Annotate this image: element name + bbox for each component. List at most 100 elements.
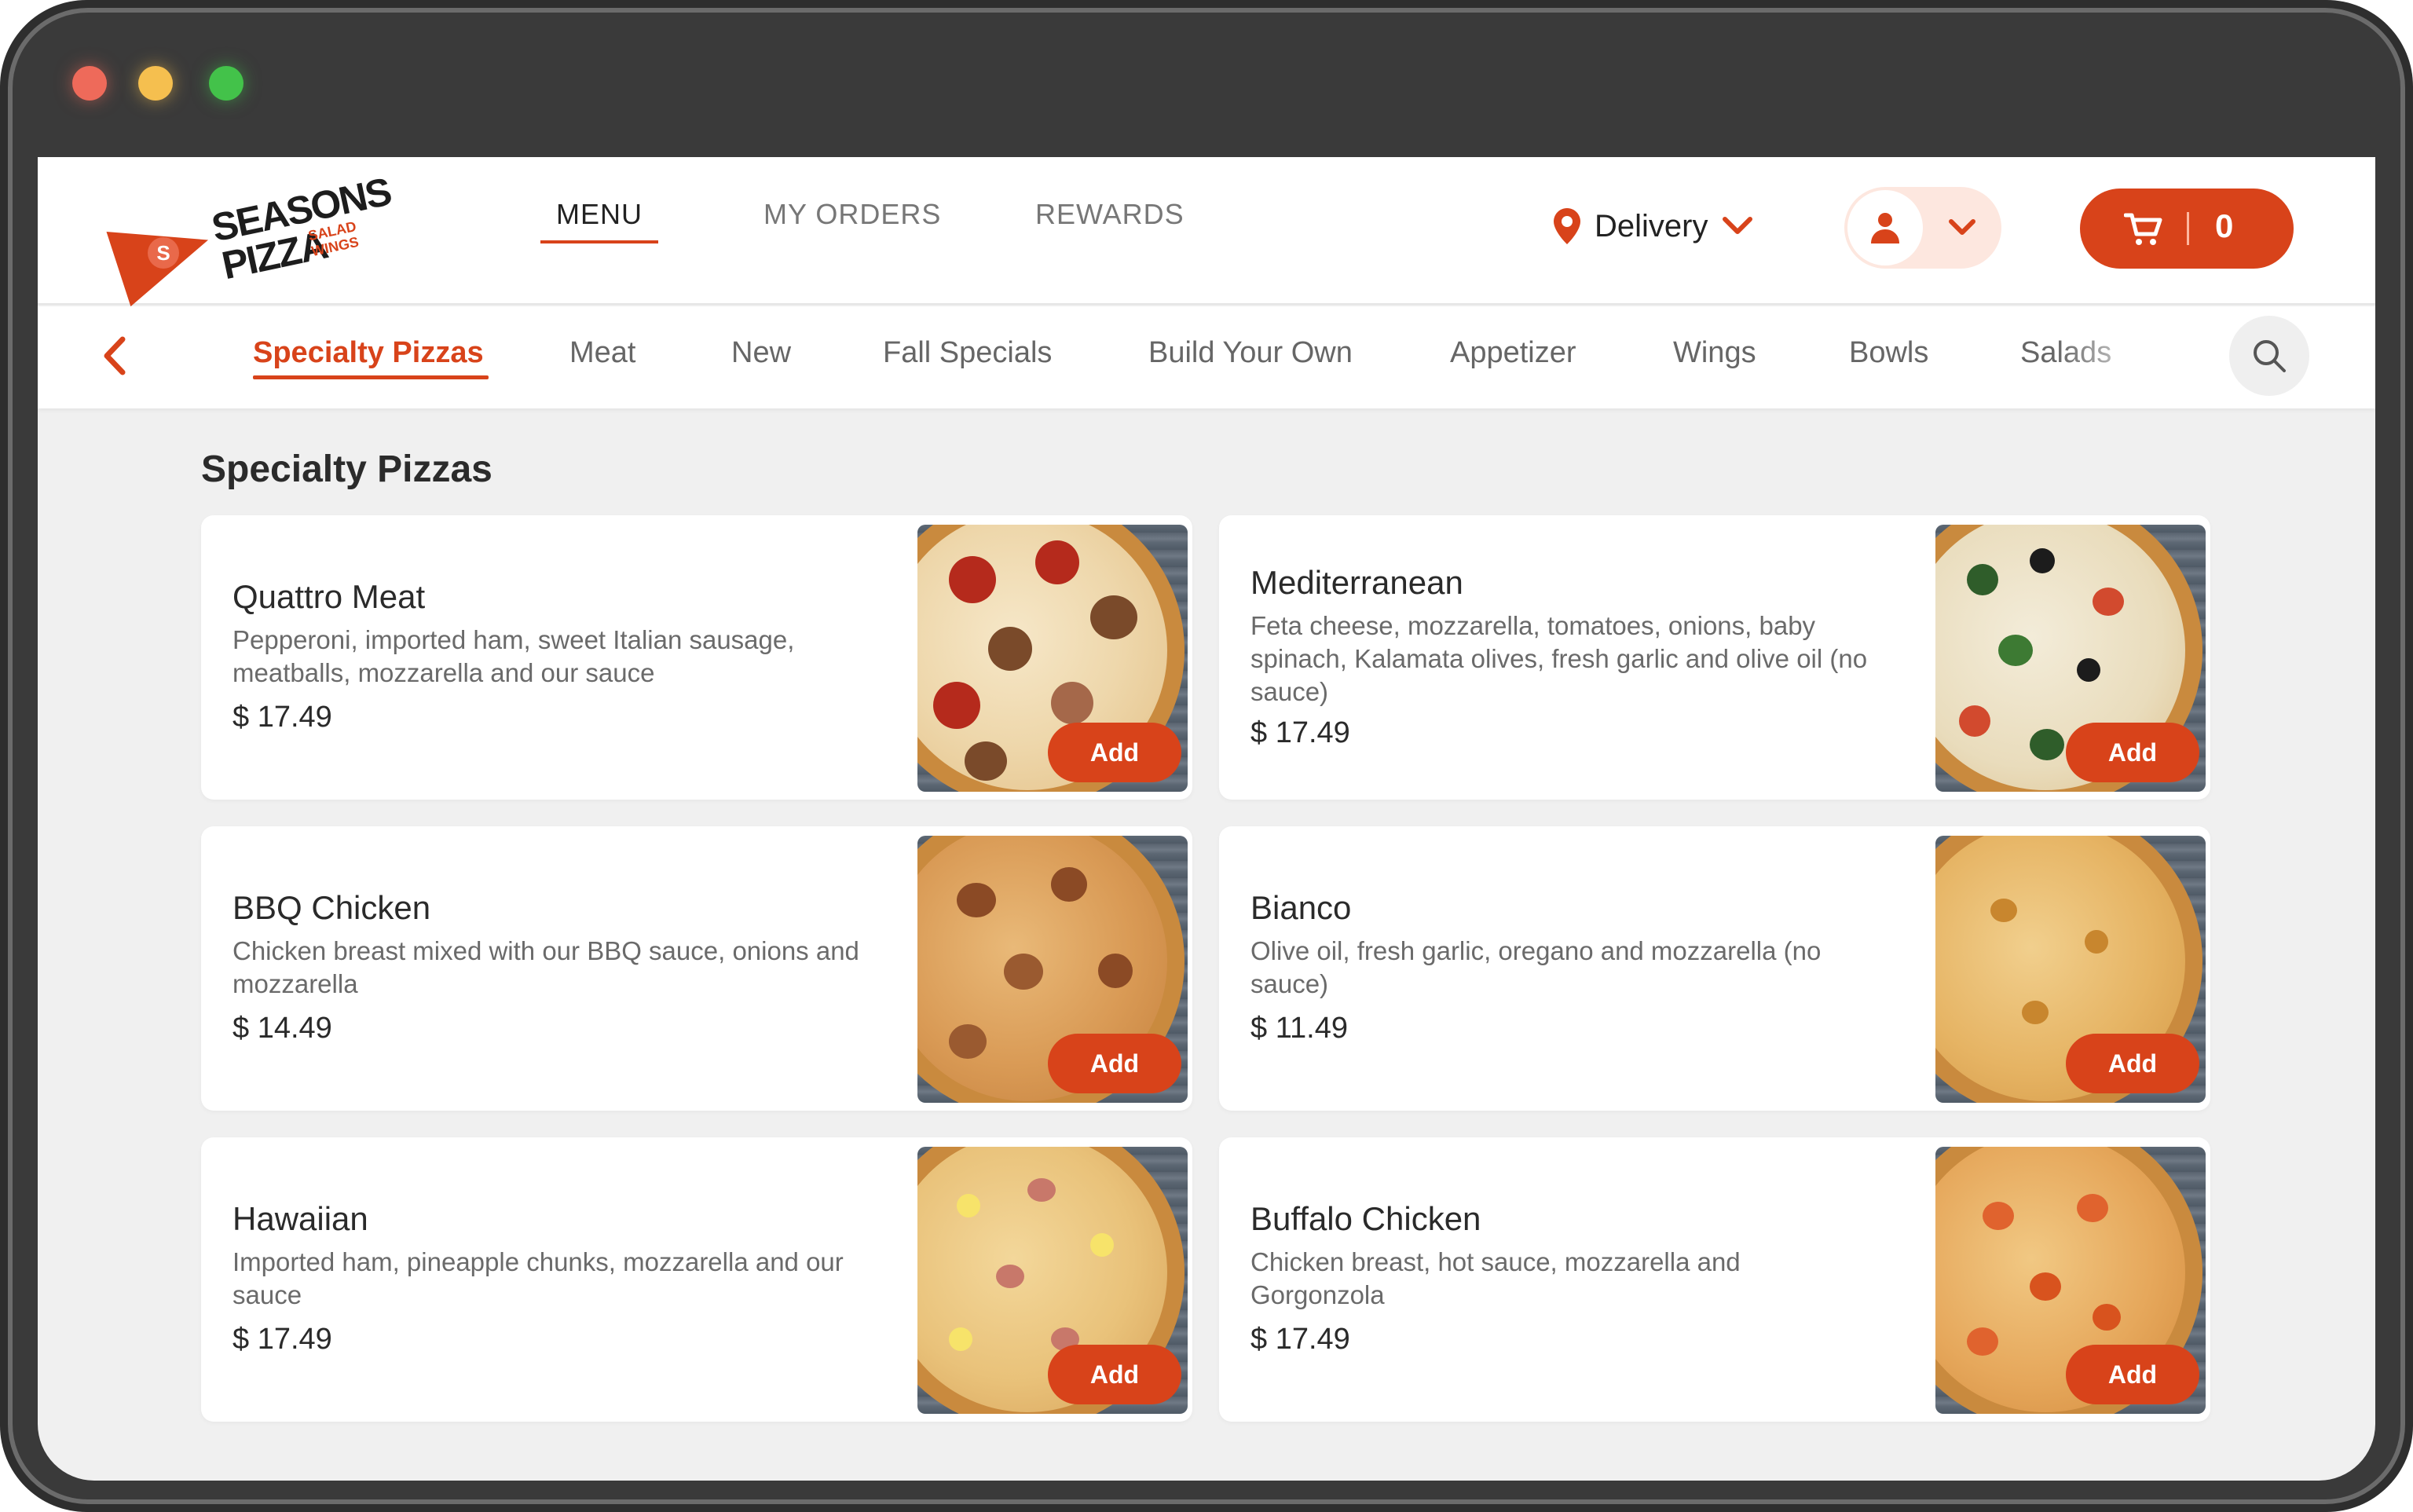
site-header: S SEASONS PIZZA SALAD WINGS MENU MY ORDE…	[38, 157, 2375, 307]
item-price: $ 14.49	[233, 1012, 332, 1045]
pizza-topping	[2077, 658, 2100, 682]
search-icon	[2254, 340, 2286, 372]
tab-active-underline	[253, 375, 489, 379]
window-maximize-dot[interactable]	[209, 66, 243, 101]
cart-icon	[2124, 213, 2162, 245]
tab-fall-specials[interactable]: Fall Specials	[883, 336, 1052, 370]
item-description: Pepperoni, imported ham, sweet Italian s…	[233, 625, 795, 687]
add-button[interactable]: Add	[1048, 1345, 1181, 1404]
tab-wings[interactable]: Wings	[1673, 336, 1756, 370]
pizza-topping	[1990, 899, 2017, 922]
item-name: BBQ Chicken	[233, 889, 431, 926]
menu-item-card[interactable]: Bianco Olive oil, fresh garlic, oregano …	[1219, 826, 2210, 1111]
category-scroll-fade	[2056, 322, 2213, 393]
item-name: Bianco	[1250, 889, 1352, 926]
pizza-topping	[2030, 1272, 2061, 1301]
add-button[interactable]: Add	[2066, 1034, 2199, 1093]
logo-mark: S	[148, 237, 179, 269]
avatar	[1847, 190, 1923, 265]
pizza-topping	[965, 741, 1007, 781]
item-description: Chicken breast, hot sauce, mozzarella an…	[1250, 1247, 1741, 1309]
window-minimize-dot[interactable]	[138, 66, 173, 101]
menu-item-card[interactable]: Quattro Meat Pepperoni, imported ham, sw…	[201, 515, 1192, 800]
menu-item-card[interactable]: Mediterranean Feta cheese, mozzarella, t…	[1219, 515, 2210, 800]
item-description: Olive oil, fresh garlic, oregano and moz…	[1250, 936, 1822, 998]
tab-specialty-pizzas[interactable]: Specialty Pizzas	[253, 336, 484, 370]
pizza-topping	[2030, 729, 2064, 760]
tab-new[interactable]: New	[731, 336, 791, 370]
pizza-topping	[1090, 1233, 1114, 1257]
category-bar: Specialty Pizzas Meat New Fall Specials …	[38, 306, 2375, 408]
item-price: $ 17.49	[1250, 1323, 1350, 1356]
add-button[interactable]: Add	[1048, 723, 1181, 782]
item-price: $ 17.49	[233, 701, 332, 734]
delivery-selector[interactable]: Delivery	[1554, 203, 1753, 250]
tab-bowls[interactable]: Bowls	[1849, 336, 1928, 370]
pizza-topping	[2093, 588, 2124, 616]
window-close-dot[interactable]	[72, 66, 107, 101]
nav-my-orders[interactable]: MY ORDERS	[763, 198, 941, 231]
pizza-topping	[1035, 540, 1079, 584]
pizza-topping	[1051, 682, 1093, 724]
pizza-topping	[949, 1024, 987, 1059]
pizza-topping	[1051, 867, 1087, 902]
pizza-topping	[949, 1327, 972, 1351]
pizza-topping	[1967, 564, 1998, 595]
pizza-topping	[2093, 1304, 2121, 1331]
menu-item-card[interactable]: Hawaiian Imported ham, pineapple chunks,…	[201, 1137, 1192, 1422]
location-pin-icon	[1554, 208, 1580, 244]
pizza-topping	[996, 1265, 1024, 1288]
user-icon	[1871, 213, 1899, 243]
delivery-label: Delivery	[1595, 208, 1708, 243]
cart-button[interactable]: 0	[2080, 189, 2294, 269]
pizza-topping	[1098, 954, 1133, 988]
pizza-topping	[2085, 930, 2108, 954]
account-menu[interactable]	[1844, 187, 2001, 269]
pizza-topping	[1967, 1327, 1998, 1356]
add-button[interactable]: Add	[2066, 1345, 2199, 1404]
add-button[interactable]: Add	[2066, 723, 2199, 782]
item-price: $ 11.49	[1250, 1012, 1348, 1045]
pizza-topping	[2022, 1001, 2049, 1024]
item-description: Imported ham, pineapple chunks, mozzarel…	[233, 1247, 844, 1309]
item-price: $ 17.49	[233, 1323, 332, 1356]
pizza-topping	[988, 627, 1032, 671]
pizza-topping	[1090, 595, 1137, 639]
brand-logo[interactable]: S SEASONS PIZZA SALAD WINGS	[106, 170, 394, 307]
nav-menu-underline	[540, 240, 658, 243]
pizza-topping	[1004, 954, 1043, 990]
pizza-topping	[957, 883, 996, 917]
item-description: Chicken breast mixed with our BBQ sauce,…	[233, 936, 859, 998]
pizza-topping	[1998, 635, 2033, 666]
pizza-topping	[949, 556, 996, 603]
add-button[interactable]: Add	[1048, 1034, 1181, 1093]
menu-item-card[interactable]: BBQ Chicken Chicken breast mixed with ou…	[201, 826, 1192, 1111]
pizza-topping	[933, 682, 980, 729]
item-name: Buffalo Chicken	[1250, 1200, 1481, 1237]
pizza-topping	[2077, 1194, 2108, 1222]
item-name: Quattro Meat	[233, 578, 426, 615]
tab-build-your-own[interactable]: Build Your Own	[1148, 336, 1353, 370]
pizza-topping	[957, 1194, 980, 1217]
pizza-topping	[1959, 705, 1990, 737]
pizza-topping	[2030, 548, 2055, 573]
app-screen: S SEASONS PIZZA SALAD WINGS MENU MY ORDE…	[38, 157, 2375, 1481]
chevron-down-icon	[1723, 217, 1753, 234]
section-title: Specialty Pizzas	[201, 448, 492, 490]
tab-appetizer[interactable]: Appetizer	[1450, 336, 1576, 370]
chevron-left-icon[interactable]	[101, 335, 129, 377]
cart-count: 0	[2215, 207, 2234, 244]
nav-menu[interactable]: MENU	[556, 198, 643, 231]
item-description: Feta cheese, mozzarella, tomatoes, onion…	[1250, 611, 1868, 706]
pizza-topping	[1983, 1202, 2014, 1230]
pizza-topping	[1027, 1178, 1056, 1202]
menu-item-card[interactable]: Buffalo Chicken Chicken breast, hot sauc…	[1219, 1137, 2210, 1422]
account-chevron-down-icon	[1949, 219, 1975, 235]
tab-meat[interactable]: Meat	[569, 336, 635, 370]
cart-divider	[2187, 212, 2189, 245]
nav-rewards[interactable]: REWARDS	[1035, 198, 1185, 231]
item-name: Hawaiian	[233, 1200, 368, 1237]
search-button[interactable]	[2229, 316, 2309, 396]
item-price: $ 17.49	[1250, 716, 1350, 749]
device-frame: S SEASONS PIZZA SALAD WINGS MENU MY ORDE…	[0, 0, 2413, 1512]
